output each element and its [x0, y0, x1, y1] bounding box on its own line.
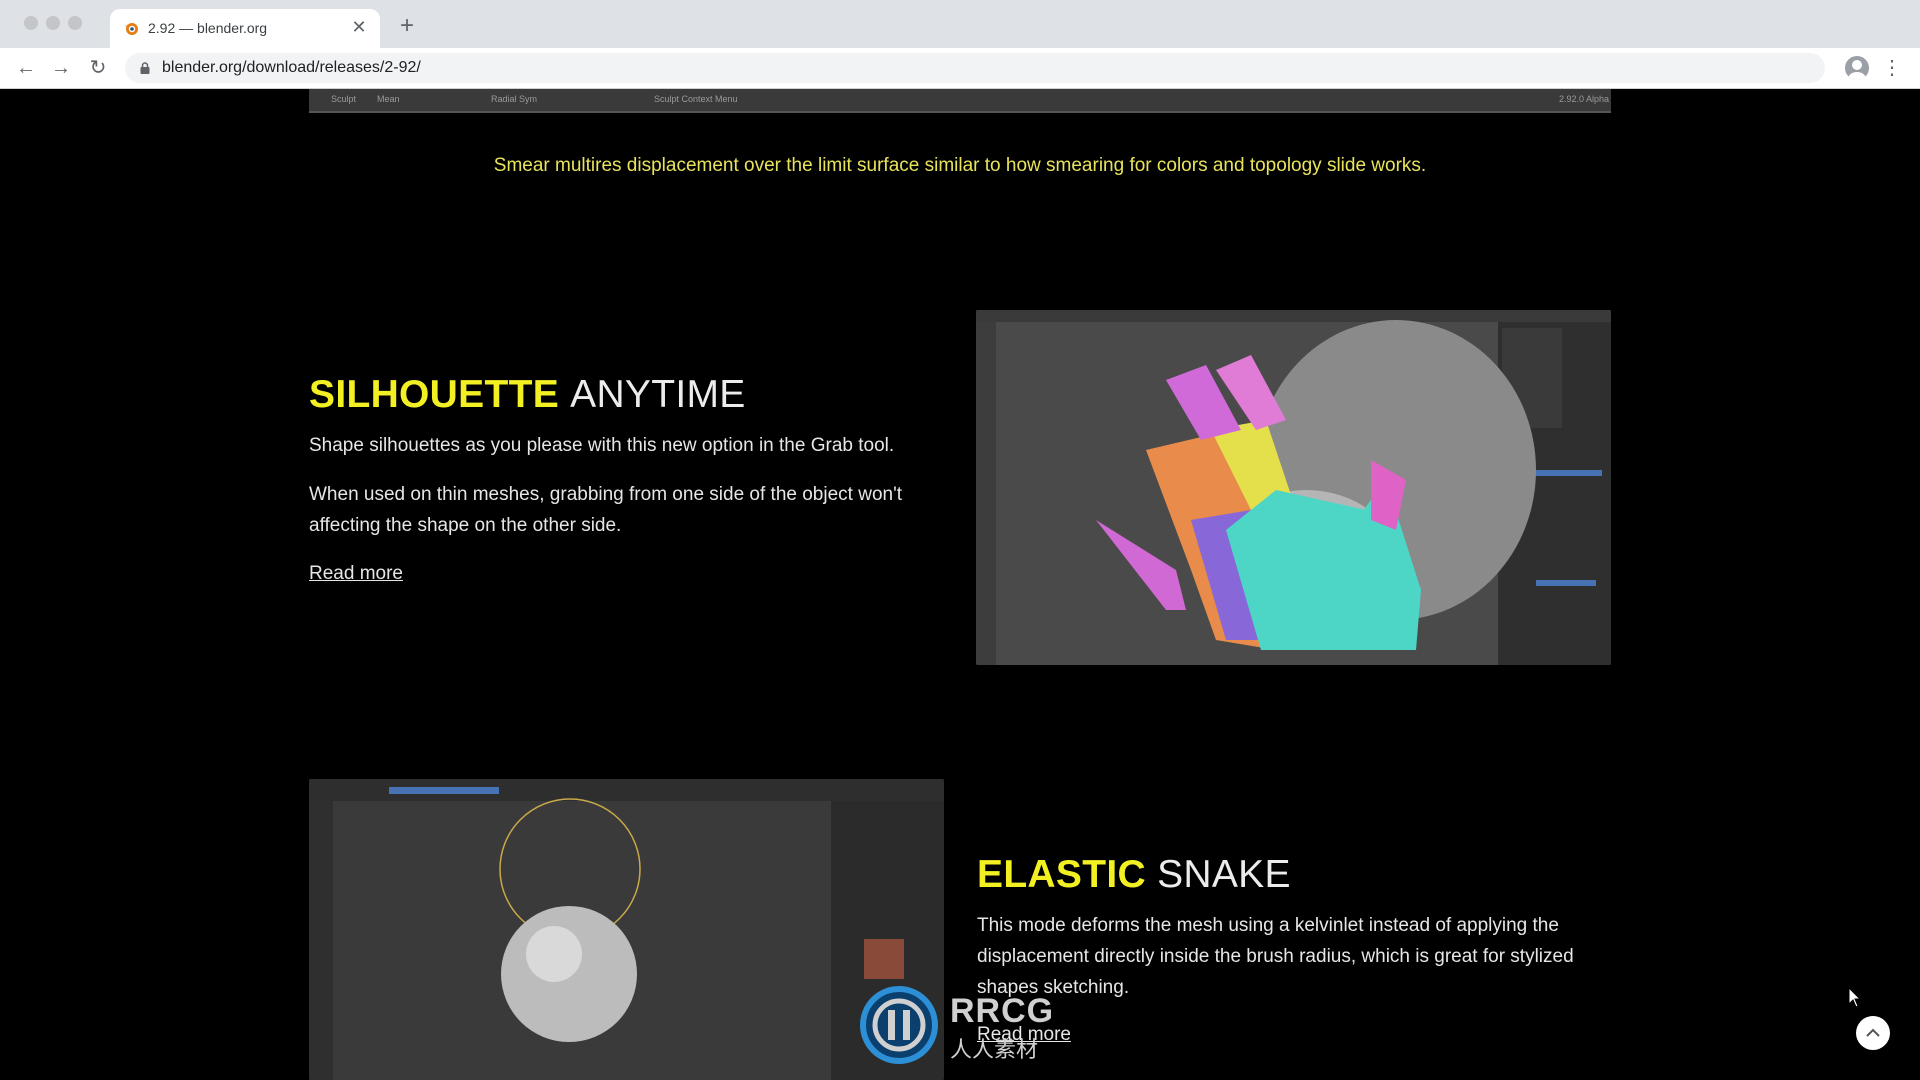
back-button[interactable]: ← [12, 54, 40, 82]
browser-toolbar: ← → ↻ blender.org/download/releases/2-92… [0, 48, 1920, 89]
window-maximize-button[interactable] [68, 16, 82, 30]
mouse-cursor [1848, 987, 1862, 1008]
read-more-link[interactable]: Read more [309, 563, 403, 585]
image-caption: Smear multires displacement over the lim… [493, 155, 1427, 176]
section-heading: ELASTIC SNAKE [977, 853, 1291, 897]
strip-label: Radial Sym [491, 94, 538, 104]
tab-strip: 2.92 — blender.org ✕ + [0, 0, 1920, 48]
strip-label: Sculpt [331, 94, 357, 104]
elastic-snake-screenshot [309, 779, 944, 1080]
window-close-button[interactable] [24, 16, 38, 30]
page-viewport[interactable]: Sculpt Mean Radial Sym Sculpt Context Me… [0, 89, 1920, 1080]
silhouette-viewport-image [976, 310, 1611, 665]
url-text[interactable]: blender.org/download/releases/2-92/ [162, 59, 421, 77]
heading-highlight: SILHOUETTE [309, 373, 560, 416]
reload-button[interactable]: ↻ [84, 54, 112, 82]
lock-icon [140, 62, 150, 74]
forward-button[interactable]: → [47, 54, 75, 82]
browser-chrome: 2.92 — blender.org ✕ + ← → ↻ blender.org… [0, 0, 1920, 89]
elastic-snake-viewport-image [309, 779, 944, 1080]
strip-label: Sculpt Context Menu [654, 94, 738, 104]
heading-rest: SNAKE [1157, 853, 1291, 896]
tab-title: 2.92 — blender.org [148, 20, 268, 36]
heading-rest: ANYTIME [570, 373, 746, 416]
strip-label: 2.92.0 Alpha [1559, 94, 1610, 104]
scroll-to-top-button[interactable] [1856, 1016, 1890, 1050]
heading-highlight: ELASTIC [977, 853, 1146, 896]
section-paragraph: Shape silhouettes as you please with thi… [309, 435, 895, 456]
blender-favicon [124, 23, 138, 35]
strip-label: Mean [377, 94, 400, 104]
avatar-icon[interactable] [1845, 56, 1869, 80]
watermark-subtext: 人人素材 [950, 1037, 1039, 1062]
section-paragraph: When used on thin meshes, grabbing from … [309, 484, 902, 536]
silhouette-screenshot [976, 310, 1611, 665]
previous-screenshot-bottom: Sculpt Mean Radial Sym Sculpt Context Me… [309, 89, 1611, 113]
watermark-text: RRCG [950, 992, 1055, 1030]
address-bar[interactable]: blender.org/download/releases/2-92/ ☆ [125, 53, 1825, 83]
browser-menu-button[interactable]: ⋮ [1882, 54, 1902, 82]
watermark-logo [860, 986, 938, 1064]
section-heading: SILHOUETTE ANYTIME [309, 373, 746, 417]
watermark: RRCG 人人素材 [858, 984, 1088, 1069]
chevron-up-icon [1866, 1028, 1880, 1037]
tab-close-icon[interactable]: ✕ [348, 16, 370, 38]
window-minimize-button[interactable] [46, 16, 60, 30]
new-tab-button[interactable]: + [394, 13, 420, 39]
browser-tab[interactable]: 2.92 — blender.org ✕ [110, 9, 380, 48]
